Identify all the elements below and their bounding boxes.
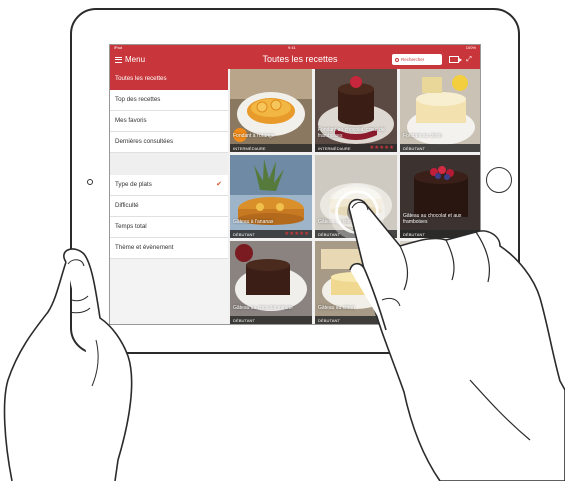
right-hand [348,198,565,481]
left-hand-palm [3,261,67,481]
hands-illustration [3,198,565,481]
